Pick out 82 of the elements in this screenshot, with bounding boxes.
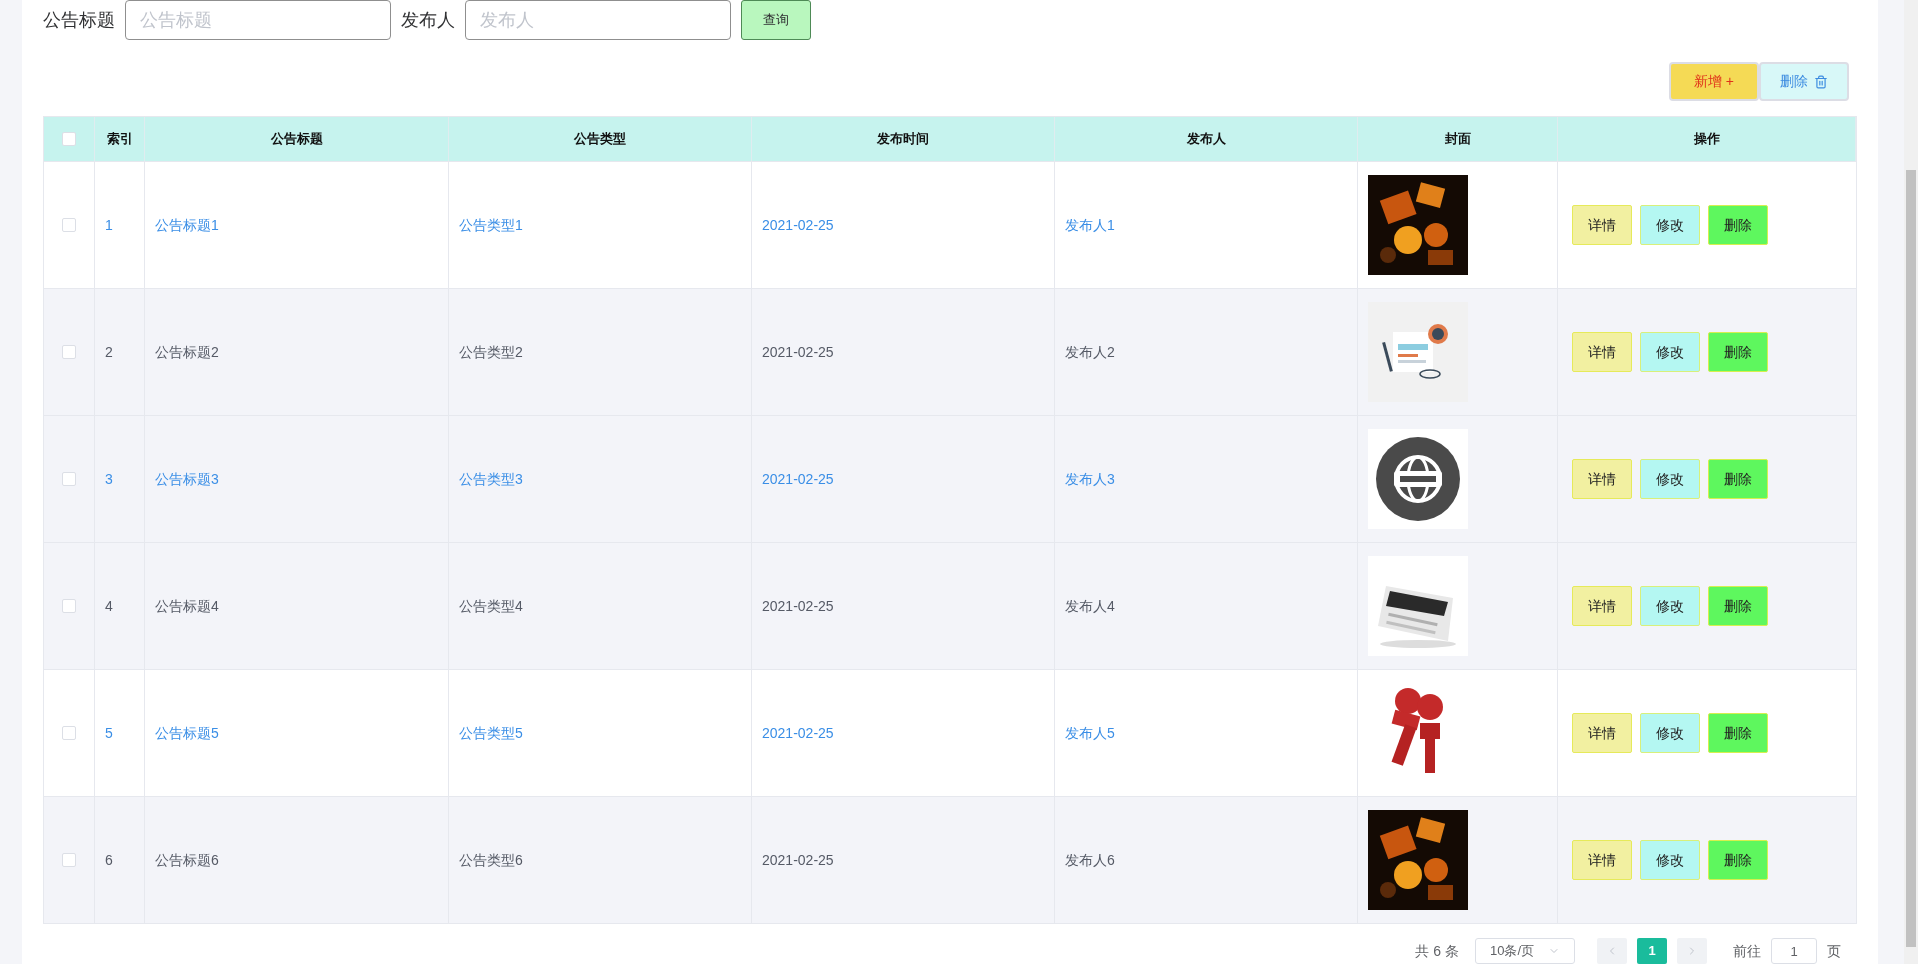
table-cell-text: 2021-02-25 xyxy=(762,342,834,362)
table-cell-text: 公告标题4 xyxy=(155,596,219,616)
details-button[interactable]: 详情 xyxy=(1572,459,1632,499)
search-button[interactable]: 查询 xyxy=(741,0,811,40)
column-header: 公告类型 xyxy=(574,130,626,149)
checkbox[interactable] xyxy=(62,132,76,146)
table-cell-text: 发布人1 xyxy=(1065,215,1115,235)
edit-button[interactable]: 修改 xyxy=(1640,332,1700,372)
column-header: 发布时间 xyxy=(877,130,929,149)
details-button[interactable]: 详情 xyxy=(1572,586,1632,626)
checkbox[interactable] xyxy=(62,218,76,232)
checkbox[interactable] xyxy=(62,726,76,740)
search-field[interactable]: 公告标题 xyxy=(125,0,391,40)
table-cell-text: 6 xyxy=(105,850,113,870)
table-cell-text: 发布人2 xyxy=(1065,342,1115,362)
table-cell-text: 3 xyxy=(105,469,113,489)
table-row[interactable]: 5 公告标题5 公告类型5 2021-02-25 发布人5 详情 修改 删除 xyxy=(44,669,1856,796)
table-cell-text: 公告标题6 xyxy=(155,850,219,870)
edit-button[interactable]: 修改 xyxy=(1640,586,1700,626)
column-header: 操作 xyxy=(1693,130,1720,149)
table-row[interactable]: 1 公告标题1 公告类型1 2021-02-25 发布人1 详情 修改 删除 xyxy=(44,161,1856,288)
table-cell-text: 2021-02-25 xyxy=(762,596,834,616)
column-header: 发布人 xyxy=(1186,130,1226,149)
trash-icon xyxy=(1814,74,1828,89)
next-page-button[interactable] xyxy=(1677,938,1707,964)
table-cell-text: 5 xyxy=(105,723,113,743)
total-count: 共 6 条 xyxy=(1415,941,1459,961)
field-label: 公告标题 xyxy=(43,8,115,32)
table-cell-text: 公告类型3 xyxy=(459,469,523,489)
table-cell-text: 2021-02-25 xyxy=(762,215,834,235)
goto-label: 前往 xyxy=(1733,941,1761,961)
scrollbar-thumb[interactable] xyxy=(1906,170,1916,947)
table-cell-text: 公告类型4 xyxy=(459,596,523,616)
table-cell-text: 发布人6 xyxy=(1065,850,1115,870)
table-cell-text: 公告标题2 xyxy=(155,342,219,362)
previous-page-button[interactable] xyxy=(1597,938,1627,964)
table-cell-text: 发布人5 xyxy=(1065,723,1115,743)
table-cell-text: 发布人4 xyxy=(1065,596,1115,616)
edit-button[interactable]: 修改 xyxy=(1640,713,1700,753)
field-label: 发布人 xyxy=(401,8,455,32)
table-row[interactable]: 2 公告标题2 公告类型2 2021-02-25 发布人2 详情 修改 删除 xyxy=(44,288,1856,415)
details-button[interactable]: 详情 xyxy=(1572,840,1632,880)
table-cell-text: 2 xyxy=(105,342,113,362)
column-header: 封面 xyxy=(1444,130,1471,149)
table-cell-text: 公告类型6 xyxy=(459,850,523,870)
goto-suffix: 页 xyxy=(1827,941,1841,961)
table-cell-text: 发布人3 xyxy=(1065,469,1115,489)
delete-button[interactable]: 删除 xyxy=(1708,459,1768,499)
table-cell-text: 公告标题1 xyxy=(155,215,219,235)
checkbox[interactable] xyxy=(62,599,76,613)
edit-button[interactable]: 修改 xyxy=(1640,840,1700,880)
checkbox[interactable] xyxy=(62,345,76,359)
delete-button[interactable]: 删除 xyxy=(1708,840,1768,880)
table-cell-text: 公告标题3 xyxy=(155,469,219,489)
edit-button[interactable]: 修改 xyxy=(1640,459,1700,499)
column-header: 公告标题 xyxy=(270,130,323,149)
table-row[interactable]: 6 公告标题6 公告类型6 2021-02-25 发布人6 详情 修改 删除 xyxy=(44,796,1856,923)
delete-button[interactable]: 删除 xyxy=(1708,205,1768,245)
table-cell-text: 4 xyxy=(105,596,113,616)
column-header: 索引 xyxy=(106,130,133,149)
search-field[interactable]: 发布人 xyxy=(465,0,731,40)
page-size-select[interactable]: 10条/页 xyxy=(1475,938,1575,964)
table-cell-text: 2021-02-25 xyxy=(762,723,834,743)
table-cell-text: 公告标题5 xyxy=(155,723,219,743)
table-row[interactable]: 3 公告标题3 公告类型3 2021-02-25 发布人3 详情 修改 删除 xyxy=(44,415,1856,542)
details-button[interactable]: 详情 xyxy=(1572,205,1632,245)
table-cell-text: 2021-02-25 xyxy=(762,850,834,870)
edit-button[interactable]: 修改 xyxy=(1640,205,1700,245)
delete-button[interactable]: 删除 xyxy=(1708,713,1768,753)
table-cell-text: 公告类型5 xyxy=(459,723,523,743)
delete-button[interactable]: 删除 xyxy=(1708,332,1768,372)
goto-page-field[interactable]: 1 xyxy=(1771,938,1817,964)
details-button[interactable]: 详情 xyxy=(1572,713,1632,753)
table-cell-text: 1 xyxy=(105,215,113,235)
table-cell-text: 公告类型1 xyxy=(459,215,523,235)
checkbox[interactable] xyxy=(62,853,76,867)
checkbox[interactable] xyxy=(62,472,76,486)
table-cell-text: 公告类型2 xyxy=(459,342,523,362)
table-row[interactable]: 4 公告标题4 公告类型4 2021-02-25 发布人4 详情 修改 删除 xyxy=(44,542,1856,669)
details-button[interactable]: 详情 xyxy=(1572,332,1632,372)
delete-button[interactable]: 删除 xyxy=(1708,586,1768,626)
table-cell-text: 2021-02-25 xyxy=(762,469,834,489)
